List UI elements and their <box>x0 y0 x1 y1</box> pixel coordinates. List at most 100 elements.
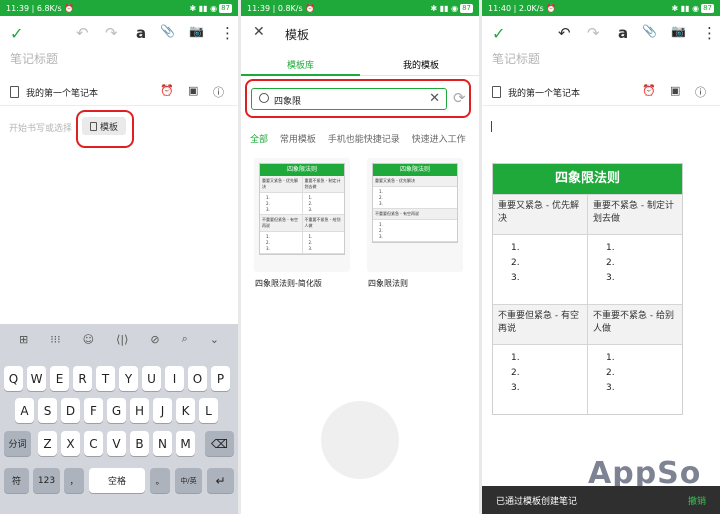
notebook-icon <box>492 86 501 98</box>
editor-toolbar: ✓ ↶ ↷ a 📎 📷 ⋮ <box>0 16 238 50</box>
key-g[interactable]: G <box>107 398 126 423</box>
quadrant-important-not-urgent[interactable]: 重要不紧急 - 制定计划去做 <box>588 194 682 234</box>
info-icon[interactable]: ⓘ <box>213 84 224 100</box>
key-s[interactable]: S <box>38 398 57 423</box>
backspace-key[interactable]: ⌫ <box>205 431 234 456</box>
preview-title: 四象限法则 <box>373 164 457 176</box>
undo-icon[interactable]: ↶ <box>558 24 571 42</box>
tab-my-templates[interactable]: 我的模板 <box>403 58 439 71</box>
quadrant-list[interactable]: 1. 2. 3. <box>588 234 682 304</box>
quadrant-urgent-important[interactable]: 重要又紧急 - 优先解决 <box>493 194 588 234</box>
key-a[interactable]: A <box>15 398 34 423</box>
key-b[interactable]: B <box>130 431 149 456</box>
notebook-row[interactable]: 我的第一个笔记本 ⏰ ▣ ⓘ <box>0 82 238 106</box>
key-l[interactable]: L <box>199 398 218 423</box>
collapse-icon[interactable]: ⌄ <box>210 333 219 346</box>
comma-key[interactable]: ， <box>64 468 84 493</box>
chip-mobile[interactable]: 手机也能快捷记录 <box>328 135 400 145</box>
chip-work[interactable]: 快速进入工作 <box>412 135 466 145</box>
camera-icon[interactable]: 📷 <box>189 24 204 38</box>
quadrant-list[interactable]: 1. 2. 3. <box>493 344 588 414</box>
cursor-icon[interactable]: ⟨|⟩ <box>116 333 128 346</box>
attach-icon[interactable]: 📎 <box>160 24 175 38</box>
key-q[interactable]: Q <box>4 366 23 391</box>
notebook-row[interactable]: 我的第一个笔记本 ⏰ ▣ ⓘ <box>482 82 720 106</box>
key-f[interactable]: F <box>84 398 103 423</box>
quadrant-urgent-not-important[interactable]: 不重要但紧急 - 有空再说 <box>493 304 588 344</box>
format-icon[interactable]: a <box>136 24 146 42</box>
space-key[interactable]: 空格 <box>89 468 145 493</box>
redo-icon[interactable]: ↷ <box>587 24 600 42</box>
chip-common[interactable]: 常用模板 <box>280 135 316 145</box>
key-p[interactable]: P <box>211 366 230 391</box>
key-u[interactable]: U <box>142 366 161 391</box>
more-icon[interactable]: ⋮ <box>702 24 717 42</box>
key-v[interactable]: V <box>107 431 126 456</box>
shift-key[interactable]: 分词 <box>4 431 31 456</box>
emoji-icon[interactable]: ☺ <box>83 333 94 346</box>
undo-icon[interactable]: ↶ <box>76 24 89 42</box>
quadrant-list[interactable]: 1. 2. 3. <box>493 234 588 304</box>
status-right: ✱ ▮▮ ◉ <box>671 3 700 13</box>
preview-q3: 不重要但紧急 - 有空再说 <box>260 215 303 232</box>
note-title-input[interactable]: 笔记标题 <box>492 50 540 67</box>
notebook-icon <box>10 86 19 98</box>
template-card[interactable]: 四象限法则 重要又紧急 - 优先解决 1. 2. 3. 不重要但紧急 - 有空再说 … <box>367 158 463 272</box>
lock-icon[interactable]: ▣ <box>670 84 680 97</box>
undo-button[interactable]: 撤销 <box>688 494 706 507</box>
key-y[interactable]: Y <box>119 366 138 391</box>
key-j[interactable]: J <box>153 398 172 423</box>
key-h[interactable]: H <box>130 398 149 423</box>
note-title-input[interactable]: 笔记标题 <box>10 50 58 67</box>
attach-icon[interactable]: 📎 <box>642 24 657 38</box>
key-x[interactable]: X <box>61 431 80 456</box>
lock-icon[interactable]: ▣ <box>188 84 198 97</box>
touch-indicator <box>321 401 399 479</box>
alarm-icon[interactable]: ⏰ <box>160 84 174 97</box>
key-k[interactable]: K <box>176 398 195 423</box>
key-m[interactable]: M <box>176 431 195 456</box>
period-key[interactable]: 。 <box>150 468 170 493</box>
quadrant-neither[interactable]: 不重要不紧急 - 给别人做 <box>588 304 682 344</box>
info-icon[interactable]: ⓘ <box>695 84 706 100</box>
key-t[interactable]: T <box>96 366 115 391</box>
template-card-label[interactable]: 四象限法则-简化版 <box>255 278 322 289</box>
more-icon[interactable]: ⋮ <box>220 24 235 42</box>
template-card-label[interactable]: 四象限法则 <box>368 278 408 289</box>
redo-icon[interactable]: ↷ <box>105 24 118 42</box>
alarm-icon[interactable]: ⏰ <box>642 84 656 97</box>
search-icon[interactable]: ⌕ <box>182 332 188 346</box>
key-n[interactable]: N <box>153 431 172 456</box>
keypad-icon[interactable]: ⁝⁝⁝ <box>50 333 61 346</box>
numbers-key[interactable]: 123 <box>33 468 60 493</box>
check-icon[interactable]: ✓ <box>10 24 23 43</box>
preview-q1: 重要又紧急 - 优先解决 <box>373 176 457 187</box>
format-icon[interactable]: a <box>618 24 628 42</box>
key-e[interactable]: E <box>50 366 69 391</box>
preview-list: 1. 2. 3. <box>373 220 457 242</box>
snackbar: 已通过模板创建笔记 撤销 <box>482 486 720 514</box>
key-c[interactable]: C <box>84 431 103 456</box>
note-body-input[interactable]: 开始书写或选择 <box>9 121 72 134</box>
status-bar: 11:39 | 6.8K/s ⏰ ✱ ▮▮ ◉ 87 <box>0 0 238 16</box>
key-w[interactable]: W <box>27 366 46 391</box>
key-o[interactable]: O <box>188 366 207 391</box>
tab-template-library[interactable]: 模板库 <box>287 58 314 71</box>
grid-icon[interactable]: ⊞ <box>19 333 28 346</box>
active-tab-indicator <box>241 74 360 76</box>
chip-all[interactable]: 全部 <box>250 135 268 145</box>
key-z[interactable]: Z <box>38 431 57 456</box>
link-icon[interactable]: ⊘ <box>150 333 159 346</box>
key-d[interactable]: D <box>61 398 80 423</box>
template-card[interactable]: 四象限法则 重要又紧急 - 优先解决 重要不紧急 - 制定计划去做 1. 2. 3.… <box>254 158 350 272</box>
key-r[interactable]: R <box>73 366 92 391</box>
close-icon[interactable]: ✕ <box>253 24 265 40</box>
symbols-key[interactable]: 符 <box>4 468 29 493</box>
key-i[interactable]: I <box>165 366 184 391</box>
lang-key[interactable]: 中/英 <box>175 468 202 493</box>
quadrant-table[interactable]: 四象限法则 重要又紧急 - 优先解决 重要不紧急 - 制定计划去做 1. 2. 3.… <box>492 163 683 415</box>
check-icon[interactable]: ✓ <box>492 24 505 43</box>
enter-key[interactable]: ↵ <box>207 468 234 493</box>
camera-icon[interactable]: 📷 <box>671 24 686 38</box>
quadrant-list[interactable]: 1. 2. 3. <box>588 344 682 414</box>
